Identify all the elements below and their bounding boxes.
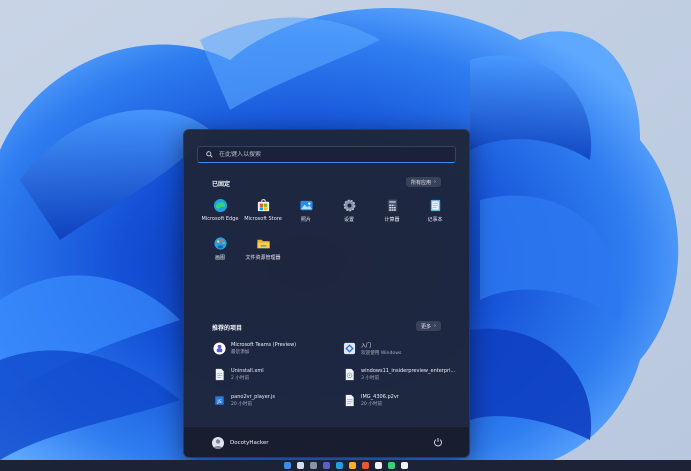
svg-text:JS: JS (216, 399, 221, 405)
app-label: 计算器 (384, 217, 400, 223)
edge-icon (213, 198, 227, 213)
recommended-item-pano2vr-js[interactable]: JS pano2vr_player.js 20 小时前 (213, 394, 338, 407)
start-button-icon[interactable] (283, 462, 291, 469)
recommended-item-sub: 3 小时前 (361, 376, 380, 381)
store-icon (257, 199, 269, 212)
recommended-item-name: windows11_insiderpreview_enterpri... (361, 368, 456, 374)
settings-icon (343, 199, 355, 212)
file-explorer-icon (256, 239, 270, 249)
teams-icon (213, 342, 226, 355)
user-icon (213, 439, 223, 449)
recommended-item-img-p2vr[interactable]: IMG_4306.p2vr 20 小时前 (343, 394, 468, 407)
app-label: Microsoft Edge (201, 216, 239, 222)
recommended-item-teams[interactable]: Microsoft Teams (Preview) 最近添加 (213, 342, 338, 355)
pinned-app-store[interactable]: Microsoft Store (240, 198, 286, 222)
more-label: 更多 (421, 323, 432, 330)
user-account-button[interactable]: DocotyHacker (212, 437, 269, 449)
start-footer: DocotyHacker (184, 426, 469, 457)
chevron-right-icon: › (434, 323, 437, 329)
app-label: 设置 (343, 217, 354, 223)
file-explorer-taskbar-icon[interactable] (348, 462, 356, 469)
search-taskbar-icon[interactable] (296, 462, 304, 469)
get-started-icon (343, 342, 356, 355)
recommended-item-name: 入门 (361, 343, 372, 349)
recommended-item-sub: 最近添加 (231, 350, 250, 355)
recommended-item-sub: 2 小时前 (231, 376, 250, 381)
pinned-app-notepad[interactable]: 记事本 (412, 198, 458, 223)
paint-icon (213, 237, 227, 250)
app-taskbar-icon[interactable] (387, 462, 395, 469)
taskbar (0, 460, 691, 471)
recommended-item-name: Microsoft Teams (Preview) (231, 342, 297, 348)
app-taskbar-icon[interactable] (361, 462, 369, 469)
pinned-title: 已固定 (212, 181, 231, 188)
power-icon[interactable] (433, 437, 443, 447)
app-label: 记事本 (427, 217, 443, 223)
task-view-icon[interactable] (309, 462, 317, 469)
app-label: 照片 (300, 217, 311, 223)
edge-taskbar-icon[interactable] (335, 462, 343, 469)
calculator-icon (387, 199, 397, 212)
app-label: 文件资源管理器 (245, 255, 281, 261)
js-file-icon: JS (213, 394, 226, 407)
pinned-app-paint[interactable]: 画图 (197, 236, 243, 261)
recommended-item-name: Uninstall.xml (231, 368, 264, 374)
app-label: 画图 (214, 255, 225, 261)
more-button[interactable]: 更多 › (416, 321, 442, 331)
search-input[interactable] (217, 151, 441, 158)
recommended-item-sub: 20 小时前 (361, 402, 383, 407)
app-taskbar-icon[interactable] (400, 462, 408, 469)
pinned-app-settings[interactable]: 设置 (326, 198, 372, 223)
pinned-app-edge[interactable]: Microsoft Edge (197, 198, 243, 222)
xml-file-icon (215, 368, 224, 381)
p2vr-file-icon (345, 394, 354, 407)
recommended-item-sub: 20 小时前 (231, 402, 253, 407)
recommended-item-get-started[interactable]: 入门欢迎使用 Windows (343, 342, 468, 356)
pinned-app-photos[interactable]: 照片 (283, 198, 329, 223)
iso-file-icon (345, 368, 354, 381)
notepad-icon (430, 199, 440, 212)
recommended-title: 推荐的项目 (212, 325, 243, 332)
chevron-right-icon: › (434, 179, 437, 185)
app-label: Microsoft Store (244, 216, 282, 222)
recommended-item-windows11-iso[interactable]: windows11_insiderpreview_enterpri... 3 小时… (343, 368, 468, 381)
avatar (212, 437, 224, 449)
user-name: DocotyHacker (230, 440, 269, 446)
photos-icon (299, 200, 313, 211)
widgets-icon[interactable] (322, 462, 330, 469)
store-taskbar-icon[interactable] (374, 462, 382, 469)
recommended-item-uninstall-xml[interactable]: Uninstall.xml 2 小时前 (213, 368, 338, 381)
pinned-app-calculator[interactable]: 计算器 (369, 198, 415, 223)
recommended-item-name: pano2vr_player.js (231, 394, 276, 400)
start-menu: 已固定 所有应用 › Microsoft Edge Microsoft Stor… (183, 129, 470, 458)
all-apps-label: 所有应用 (411, 179, 432, 186)
pinned-app-file-explorer[interactable]: 文件资源管理器 (240, 236, 286, 261)
recommended-item-sub: 欢迎使用 Windows (361, 351, 402, 356)
all-apps-button[interactable]: 所有应用 › (406, 177, 442, 187)
search-icon (201, 151, 217, 158)
search-box[interactable] (197, 146, 456, 163)
recommended-item-name: IMG_4306.p2vr (361, 394, 399, 400)
